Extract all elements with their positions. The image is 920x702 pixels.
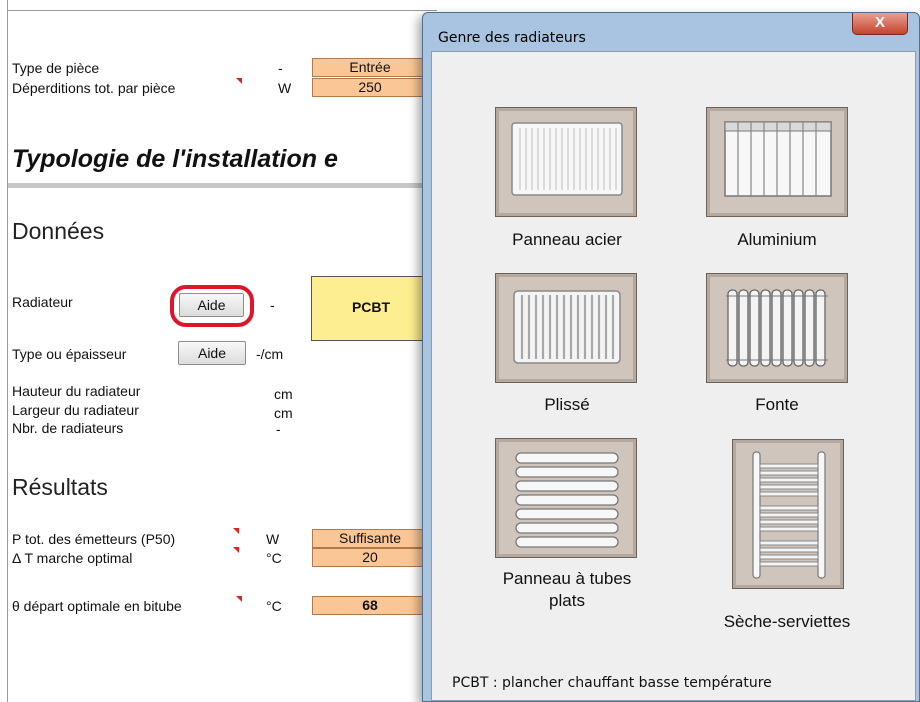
cast-iron-radiator-icon: [726, 289, 828, 367]
section-donnees: Données: [12, 218, 105, 244]
title-separator: [8, 183, 438, 188]
radiator-value-cell[interactable]: PCBT: [311, 276, 431, 341]
flat-tube-radiator-icon: [515, 452, 619, 548]
count-unit: -: [276, 421, 281, 437]
count-label: Nbr. de radiateurs: [12, 420, 124, 436]
steel-panel-radiator-icon: [511, 122, 623, 196]
aluminium-radiator-icon: [724, 121, 832, 197]
option-flat-tubes-label-line1: Panneau à tubes: [502, 569, 632, 588]
power-label: P tot. des émetteurs (P50): [12, 531, 176, 547]
thickness-help-button[interactable]: Aide: [178, 341, 246, 365]
dialog-body: Panneau acier Aluminium Plissé Fonte Pan…: [431, 51, 916, 701]
highlight-circle: [170, 285, 254, 327]
pcbt-footnote: PCBT : plancher chauffant basse températ…: [452, 675, 772, 691]
delta-t-label: Δ T marche optimal: [12, 550, 133, 566]
departure-temp-label: θ départ optimale en bitube: [12, 598, 182, 614]
room-type-cell[interactable]: Entrée: [312, 58, 428, 77]
losses-unit: W: [278, 80, 292, 96]
section-resultats: Résultats: [12, 474, 108, 500]
power-cell[interactable]: Suffisante: [312, 529, 428, 548]
radiator-label: Radiateur: [12, 294, 73, 310]
sheet-border: [7, 10, 437, 11]
departure-temp-cell[interactable]: 68: [312, 596, 428, 615]
option-cast-iron-label: Fonte: [755, 395, 799, 414]
close-icon: X: [874, 14, 885, 31]
delta-t-cell[interactable]: 20: [312, 548, 428, 567]
height-label: Hauteur du radiateur: [12, 383, 141, 399]
comment-marker: [233, 528, 239, 534]
delta-t-unit: °C: [266, 550, 282, 566]
dialog-title: Genre des radiateurs: [438, 30, 586, 46]
radiator-unit: -: [270, 297, 275, 313]
option-aluminium[interactable]: [706, 107, 848, 217]
room-type-label: Type de pièce: [12, 60, 100, 76]
losses-label: Déperditions tot. par pièce: [12, 80, 176, 96]
radiator-type-dialog: Genre des radiateurs X Panneau acier Alu…: [422, 12, 920, 702]
power-unit: W: [266, 531, 280, 547]
comment-marker: [236, 596, 242, 602]
option-towel-dryer-label: Sèche-serviettes: [723, 612, 851, 631]
option-towel-dryer[interactable]: [732, 439, 844, 589]
departure-temp-unit: °C: [266, 598, 282, 614]
option-aluminium-label: Aluminium: [737, 230, 817, 249]
room-type-unit: -: [278, 60, 283, 76]
option-steel-panel[interactable]: [495, 107, 637, 217]
sheet-border: [7, 0, 8, 702]
towel-dryer-icon: [752, 451, 826, 579]
comment-marker: [236, 78, 242, 84]
option-pleated[interactable]: [495, 273, 637, 383]
installation-title: Typologie de l'installation e: [12, 145, 338, 173]
height-unit: cm: [274, 386, 293, 402]
option-cast-iron[interactable]: [706, 273, 848, 383]
pleated-radiator-icon: [513, 290, 621, 364]
option-pleated-label: Plissé: [544, 395, 590, 414]
option-steel-panel-label: Panneau acier: [512, 230, 622, 249]
option-flat-tubes[interactable]: [495, 438, 637, 558]
close-button[interactable]: X: [852, 13, 908, 35]
width-unit: cm: [274, 405, 293, 421]
thickness-unit: -/cm: [256, 346, 284, 362]
thickness-label: Type ou épaisseur: [12, 346, 127, 362]
width-label: Largeur du radiateur: [12, 402, 139, 418]
option-flat-tubes-label-line2: plats: [549, 591, 585, 610]
comment-marker: [233, 547, 239, 553]
losses-cell[interactable]: 250: [312, 78, 428, 97]
